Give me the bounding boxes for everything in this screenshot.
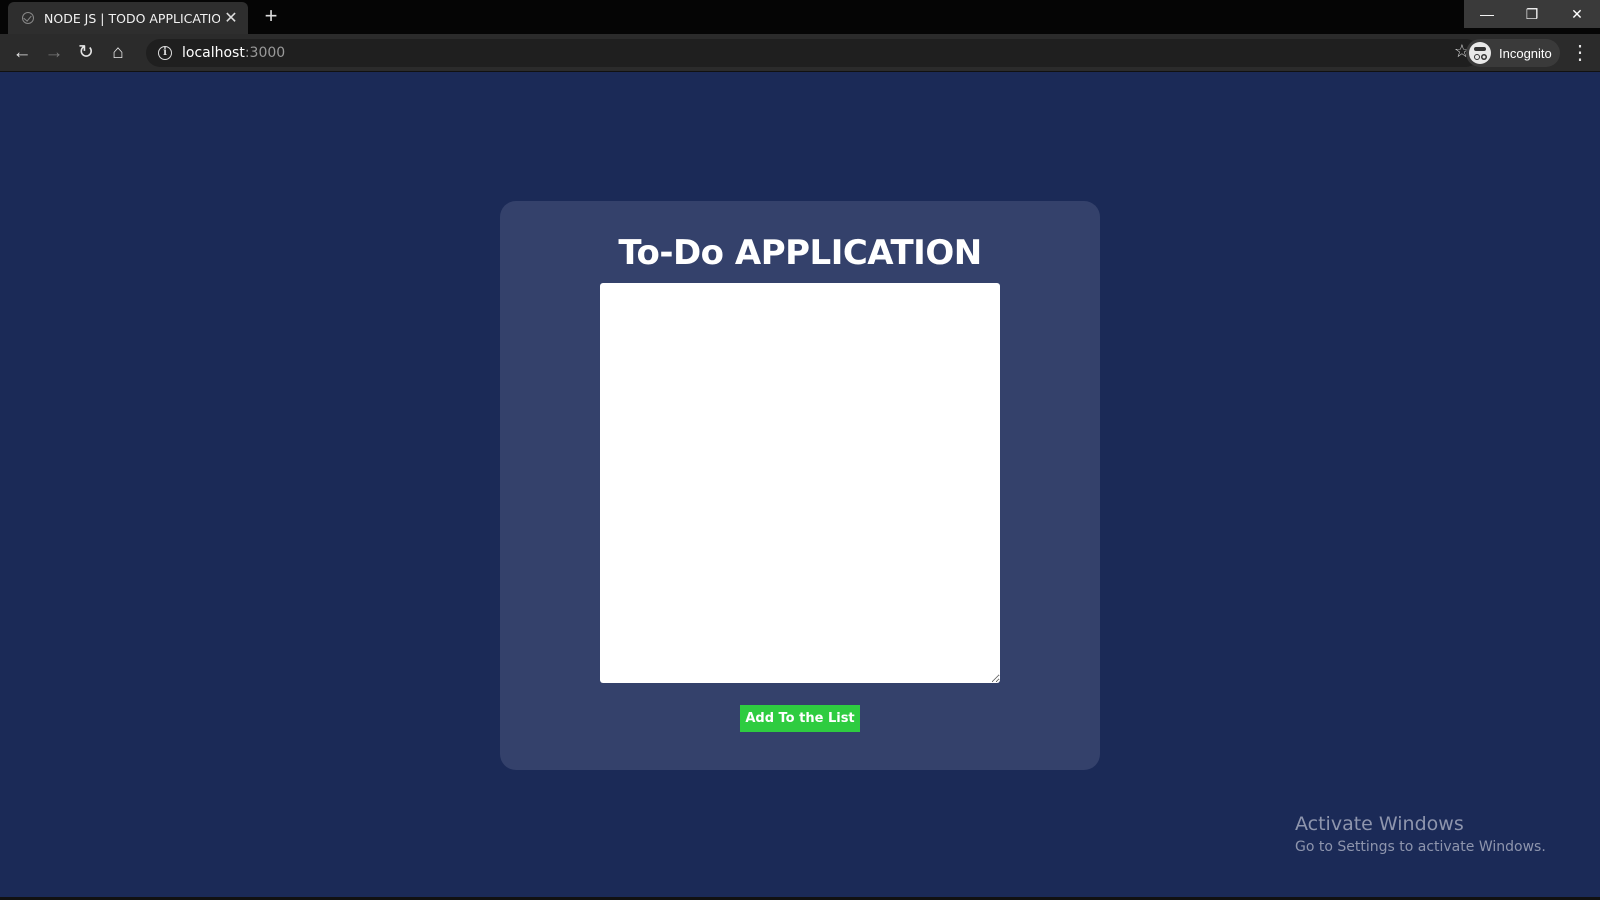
watermark-line2: Go to Settings to activate Windows. [1295,839,1546,855]
url-port: :3000 [244,45,286,61]
activate-windows-watermark: Activate Windows Go to Settings to activ… [1295,813,1546,855]
browser-toolbar: ← → ↻ ⌂ i localhost:3000 ☆ Incognito ⋮ [0,34,1600,72]
menu-icon[interactable]: ⋮ [1570,40,1590,66]
url-host: localhost [182,45,245,61]
window-close-icon[interactable]: ✕ [1554,0,1600,28]
info-icon[interactable]: i [158,46,172,60]
tab-favicon-icon [22,12,34,24]
tab-title: NODE JS | TODO APPLICATION [44,10,220,26]
add-to-list-button[interactable]: Add To the List [740,705,860,732]
watermark-line1: Activate Windows [1295,813,1464,835]
back-arrow-icon[interactable]: ← [9,40,35,66]
page-title: To-Do APPLICATION [618,233,982,273]
home-icon[interactable]: ⌂ [105,40,131,66]
new-tab-button[interactable]: + [258,4,284,30]
incognito-profile-button[interactable]: Incognito [1466,39,1560,67]
forward-arrow-icon[interactable]: → [41,40,67,66]
tab-strip: NODE JS | TODO APPLICATION ✕ + — ❐ ✕ [0,0,1600,34]
window-restore-icon[interactable]: ❐ [1509,0,1555,28]
todo-textarea[interactable] [600,283,1000,683]
reload-icon[interactable]: ↻ [73,40,99,66]
incognito-icon [1469,42,1491,64]
tab-close-icon[interactable]: ✕ [220,8,242,28]
address-bar[interactable]: i localhost:3000 ☆ [146,39,1480,67]
url-text: localhost:3000 [182,45,285,61]
incognito-label: Incognito [1499,45,1552,61]
window-minimize-icon[interactable]: — [1464,0,1510,28]
browser-tab-active[interactable]: NODE JS | TODO APPLICATION ✕ [8,2,248,34]
todo-card: To-Do APPLICATION Add To the List [500,201,1100,770]
